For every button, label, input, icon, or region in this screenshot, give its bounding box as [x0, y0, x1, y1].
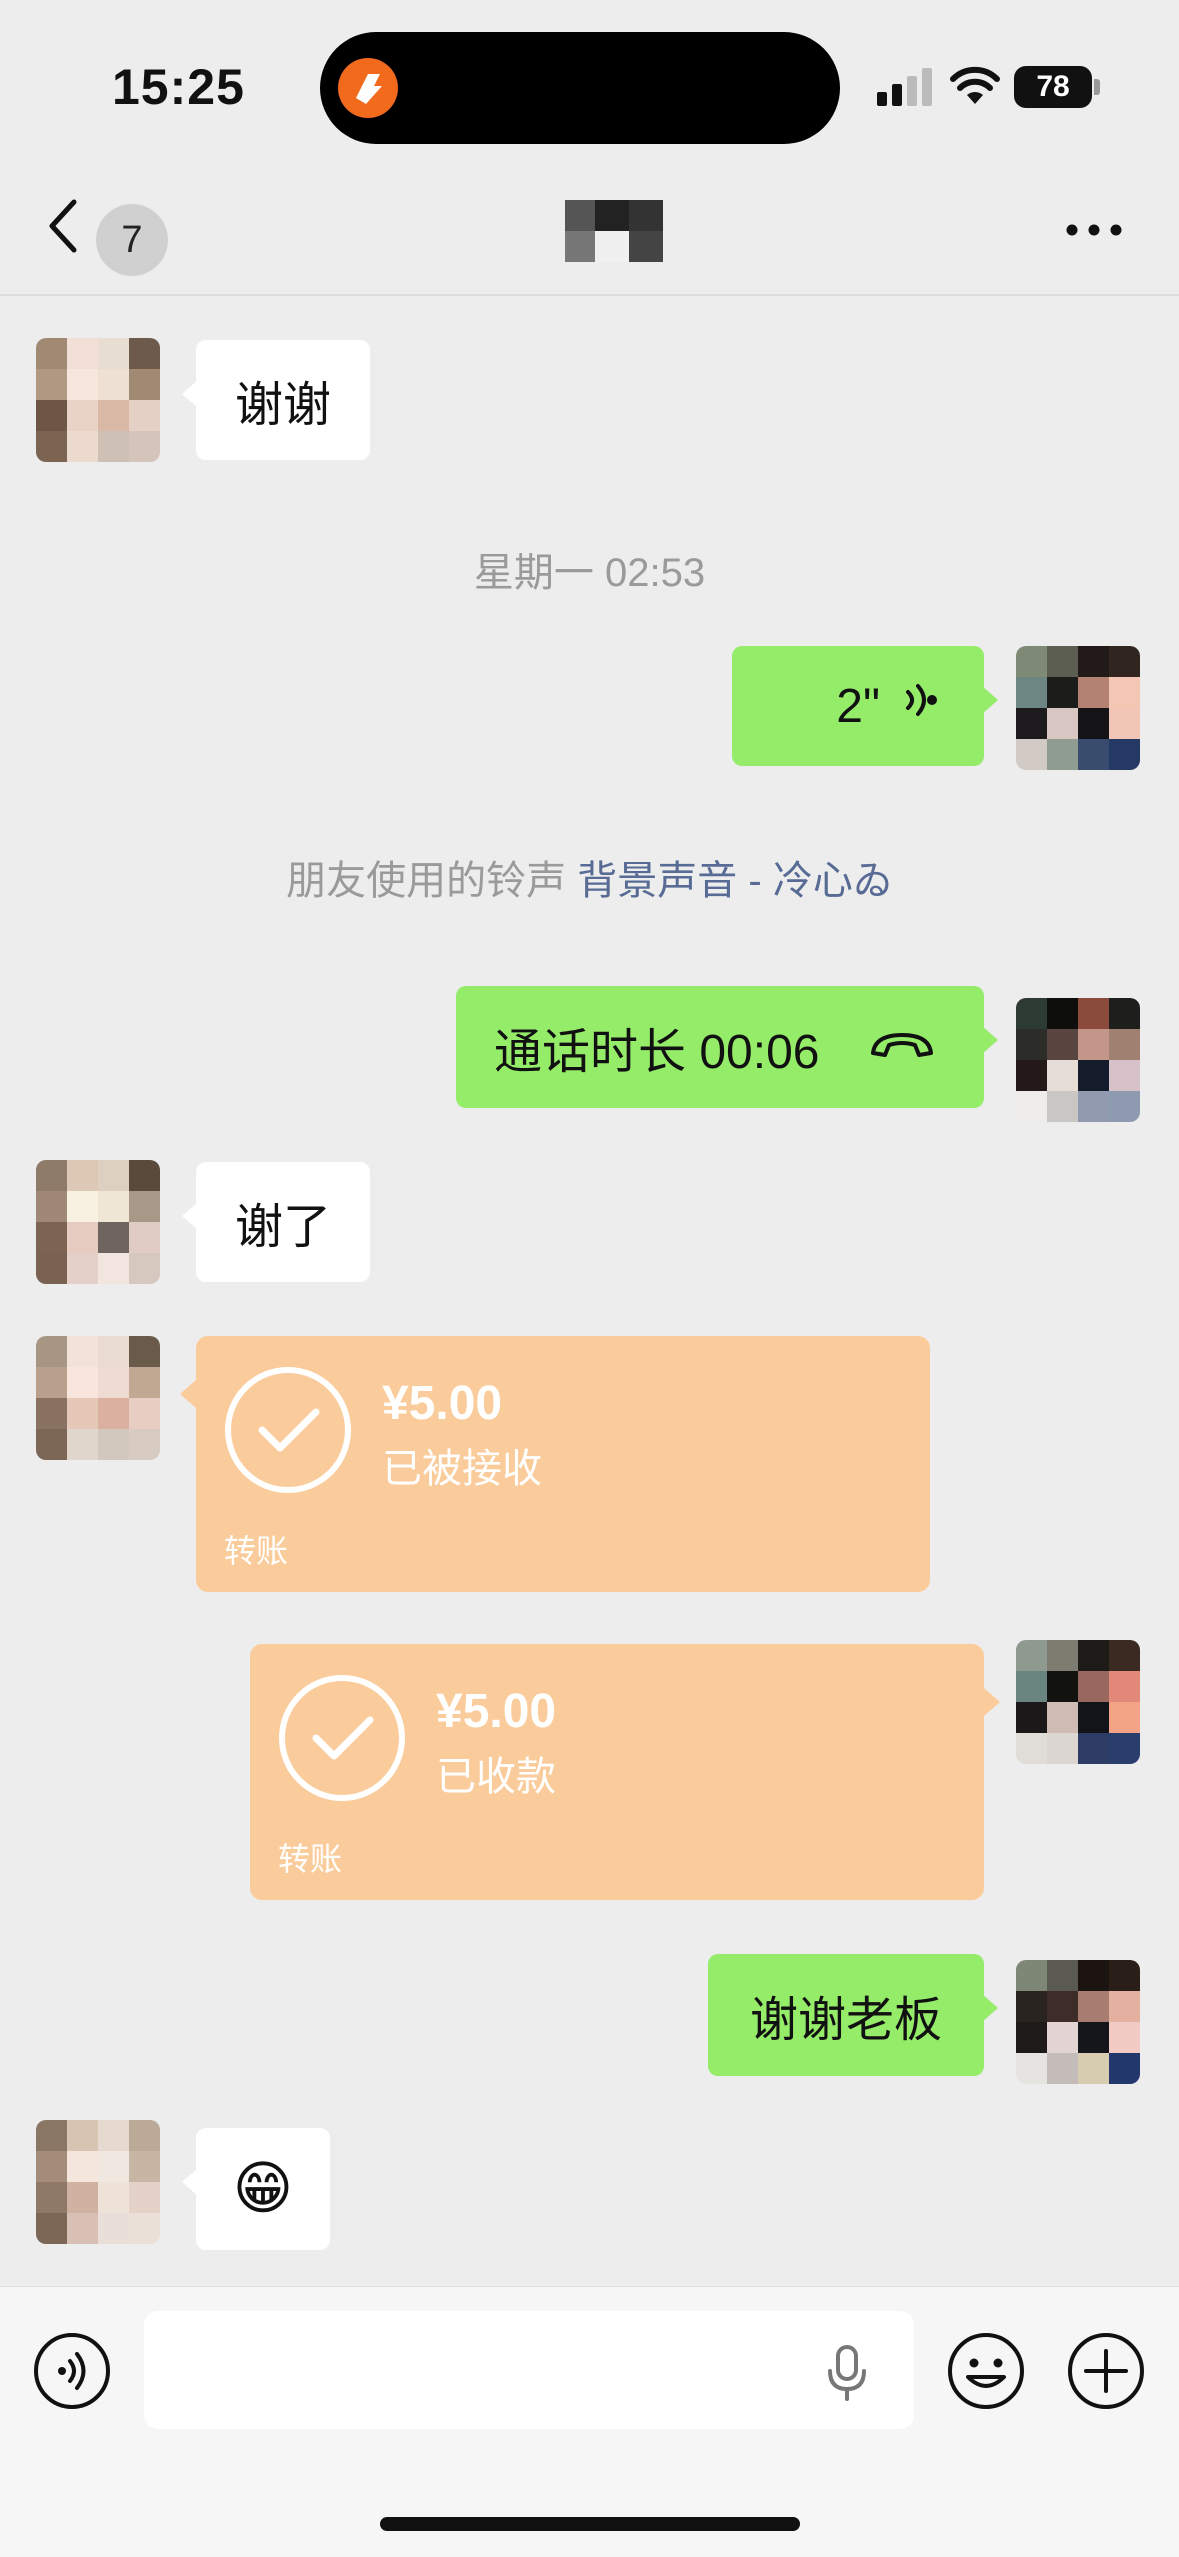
- battery-indicator: 78: [1014, 66, 1092, 108]
- dynamic-island: [320, 32, 840, 144]
- check-circle-icon: [278, 1674, 406, 1802]
- cellular-signal-icon: [877, 66, 935, 111]
- message-bubble-received[interactable]: 谢谢: [182, 340, 370, 460]
- battery-tip: [1094, 79, 1100, 95]
- chat-title-pixelated: [565, 200, 663, 262]
- call-duration-text: 通话时长 00:06: [494, 1026, 820, 1079]
- emoji-icon[interactable]: [946, 2331, 1026, 2416]
- transfer-status: 已收款: [436, 1755, 556, 1799]
- my-avatar[interactable]: [1016, 1640, 1140, 1764]
- phone-hangup-icon: [867, 1020, 937, 1075]
- chevron-left-icon[interactable]: [44, 196, 84, 261]
- check-circle-icon: [224, 1366, 352, 1494]
- message-text: 谢了: [234, 1201, 331, 1254]
- contact-avatar[interactable]: [36, 338, 160, 462]
- my-avatar[interactable]: [1016, 1960, 1140, 2084]
- app-activity-icon: [338, 58, 398, 118]
- message-text: 谢谢: [234, 379, 331, 432]
- voice-message-bubble[interactable]: 2": [732, 646, 998, 766]
- transfer-card-received[interactable]: ¥5.00 已被接收 转账: [180, 1336, 930, 1592]
- transfer-label: 转账: [278, 1841, 343, 1877]
- ringtone-notice: 朋友使用的铃声 背景声音 - 冷心ゐ: [0, 848, 1179, 906]
- my-avatar[interactable]: [1016, 646, 1140, 770]
- plus-circle-icon[interactable]: [1066, 2331, 1146, 2416]
- message-text: 谢谢老板: [749, 1994, 942, 2047]
- ringtone-song-link[interactable]: 背景声音 - 冷心ゐ: [577, 859, 893, 903]
- message-input[interactable]: [144, 2311, 914, 2429]
- message-timestamp: 星期一 02:53: [473, 551, 706, 595]
- status-time: 15:25: [112, 59, 245, 115]
- my-avatar[interactable]: [1016, 998, 1140, 1122]
- transfer-amount: ¥5.00: [436, 1685, 557, 1738]
- call-record-bubble[interactable]: 通话时长 00:06: [456, 986, 998, 1108]
- transfer-card-sent[interactable]: ¥5.00 已收款 转账: [250, 1644, 1000, 1900]
- message-bubble-received[interactable]: 谢了: [182, 1162, 370, 1282]
- voice-toggle-icon[interactable]: [32, 2331, 112, 2416]
- transfer-amount: ¥5.00: [382, 1377, 503, 1430]
- message-bubble-received[interactable]: 😁: [182, 2128, 330, 2250]
- unread-count-badge[interactable]: 7: [96, 204, 168, 276]
- chat-input-bar: [0, 2286, 1179, 2557]
- ringtone-prefix: 朋友使用的铃声: [286, 859, 567, 903]
- voice-duration: 2": [836, 679, 880, 733]
- microphone-icon[interactable]: [822, 2343, 872, 2408]
- chat-header: 7: [0, 170, 1179, 296]
- home-indicator[interactable]: [380, 2517, 800, 2531]
- contact-avatar[interactable]: [36, 1160, 160, 1284]
- transfer-status: 已被接收: [382, 1447, 542, 1491]
- voice-wave-icon: [904, 678, 938, 734]
- wifi-icon: [950, 64, 1000, 111]
- more-dots-icon[interactable]: [1064, 222, 1124, 243]
- emoji-message: 😁: [232, 2156, 294, 2221]
- contact-avatar[interactable]: [36, 1336, 160, 1460]
- contact-avatar[interactable]: [36, 2120, 160, 2244]
- transfer-label: 转账: [224, 1533, 289, 1569]
- message-bubble-sent[interactable]: 谢谢老板: [708, 1954, 998, 2076]
